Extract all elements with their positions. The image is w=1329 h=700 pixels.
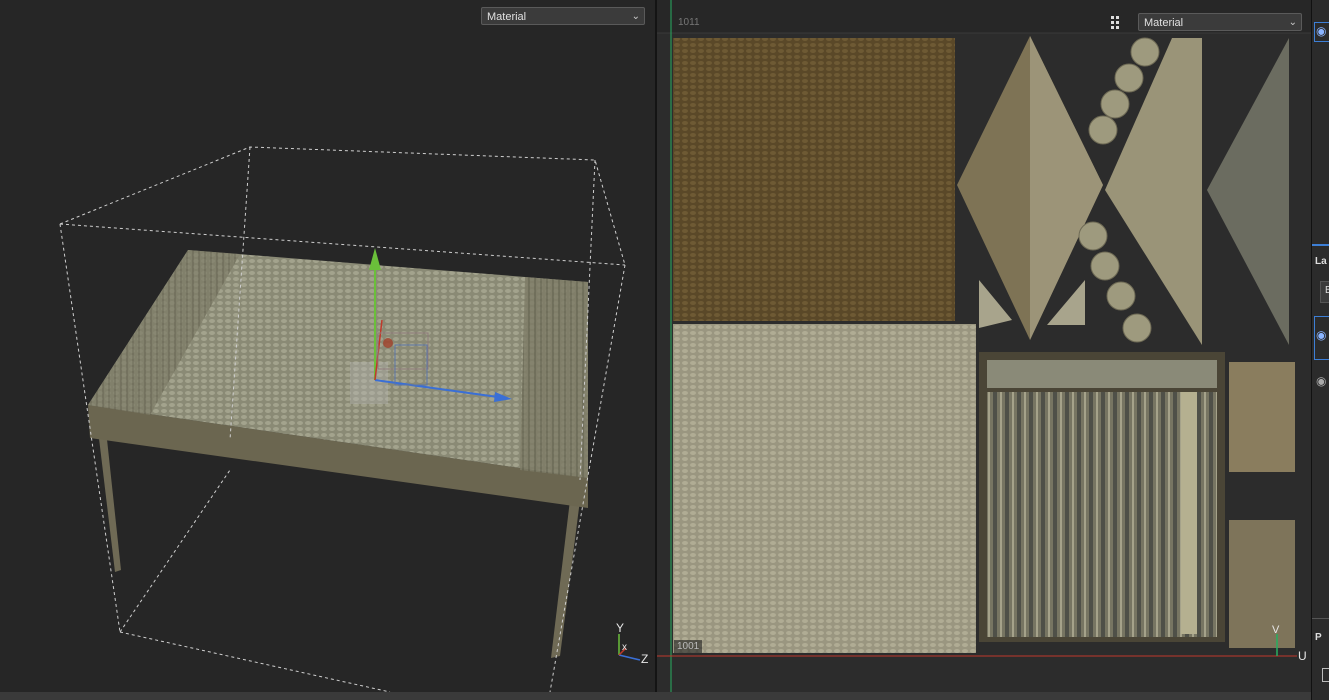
uv-v-label: V: [1272, 624, 1280, 636]
uv-island: [1207, 38, 1289, 345]
eye-icon[interactable]: ◉: [1316, 24, 1329, 38]
table-leg: [98, 430, 121, 572]
uv-layout: [657, 0, 1311, 692]
gizmo-z-label: Z: [641, 652, 649, 666]
uv-island: [987, 360, 1217, 388]
viewport-3d[interactable]: Y x Z Material ⌄: [0, 0, 655, 692]
chevron-down-icon: ⌄: [1288, 17, 1297, 28]
uv-mode-value: Material: [1144, 17, 1184, 29]
uv-island: [1181, 392, 1197, 634]
panel-accent-line: [1312, 244, 1329, 246]
uv-island: [1229, 520, 1295, 648]
eye-icon[interactable]: ◉: [1316, 328, 1329, 342]
grid-icon[interactable]: [1110, 15, 1124, 29]
viewport-uv[interactable]: 1011 1001 V U: [657, 0, 1311, 692]
gizmo-y-label: Y: [616, 621, 625, 635]
gizmo-center: [350, 362, 388, 404]
panel-divider: [1312, 618, 1329, 619]
chevron-down-icon: ⌄: [631, 11, 640, 22]
layers-label: La: [1315, 256, 1327, 267]
viewport3d-mode-value: Material: [487, 11, 527, 23]
uv-island: [1030, 36, 1103, 340]
table-leg: [551, 500, 580, 658]
uv-island: [1229, 362, 1295, 472]
table-top-edge: [520, 277, 588, 478]
panel-field-text: B: [1325, 285, 1329, 296]
gizmo-x-label: x: [622, 642, 627, 653]
uv-mode-select[interactable]: Material ⌄: [1138, 13, 1302, 31]
uv-island: [673, 324, 976, 653]
scene-3d: [59, 146, 641, 692]
uv-u-label: U: [1298, 649, 1307, 663]
udim-label-bottom: 1001: [674, 640, 703, 653]
properties-label: P: [1315, 632, 1322, 643]
uv-island: [673, 38, 955, 321]
eye-icon[interactable]: ◉: [1316, 374, 1329, 388]
udim-label-top: 1011: [678, 17, 700, 28]
bottom-scrollbar[interactable]: [0, 692, 1311, 700]
right-panel: ◉ La B ◉ ◉ P: [1311, 0, 1329, 700]
viewport3d-mode-select[interactable]: Material ⌄: [481, 7, 645, 25]
panel-bottom-icon[interactable]: [1322, 668, 1329, 682]
